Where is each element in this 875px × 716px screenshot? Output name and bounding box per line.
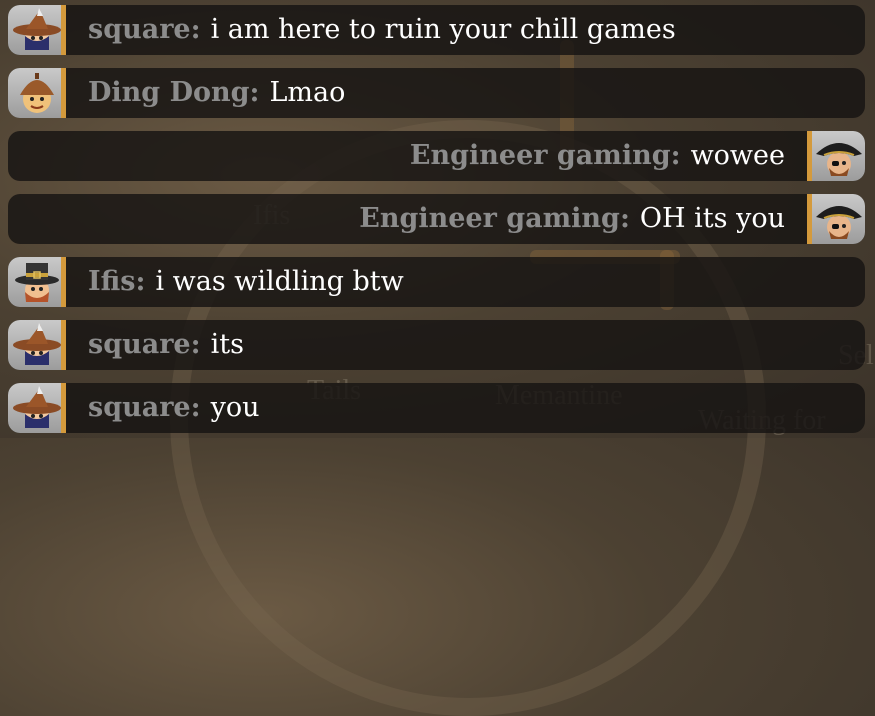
player-avatar[interactable]	[8, 68, 66, 118]
chat-message: square: its	[8, 320, 865, 370]
message-text: you	[210, 392, 260, 423]
sender-colon: :	[135, 266, 146, 297]
sender-name[interactable]: square	[88, 14, 191, 45]
chat-message: Engineer gaming: wowee	[8, 131, 865, 181]
message-text: i was wildling btw	[155, 266, 404, 297]
message-text: its	[210, 329, 244, 360]
chat-message: Engineer gaming: OH its you	[8, 194, 865, 244]
message-text: wowee	[690, 140, 785, 171]
acorn-cap-avatar-icon	[20, 73, 54, 113]
message-body: Engineer gaming: wowee	[396, 131, 807, 181]
avatar-accent-bar	[61, 383, 66, 433]
message-body: Ding Dong: Lmao	[66, 68, 359, 118]
player-avatar[interactable]	[8, 5, 66, 55]
avatar-accent-bar	[61, 320, 66, 370]
witch-hat-avatar-icon	[13, 386, 61, 428]
sender-name[interactable]: square	[88, 392, 191, 423]
message-text: Lmao	[269, 77, 346, 108]
message-body: Ifis: i was wildling btw	[66, 257, 418, 307]
message-text: i am here to ruin your chill games	[210, 14, 676, 45]
message-body: Engineer gaming: OH its you	[345, 194, 807, 244]
pilgrim-hat-avatar-icon	[15, 263, 59, 302]
avatar-accent-bar	[61, 68, 66, 118]
sender-name[interactable]: Engineer gaming	[410, 140, 671, 171]
witch-hat-avatar-icon	[13, 323, 61, 365]
sender-colon: :	[190, 329, 201, 360]
sender-name[interactable]: Engineer gaming	[359, 203, 620, 234]
chat-log: square: i am here to ruin your chill game…	[8, 5, 865, 446]
message-text: OH its you	[639, 203, 785, 234]
sender-colon: :	[670, 140, 681, 171]
player-avatar[interactable]	[807, 131, 865, 181]
chat-message: Ding Dong: Lmao	[8, 68, 865, 118]
chat-message: square: you	[8, 383, 865, 433]
sender-colon: :	[190, 392, 201, 423]
sender-colon: :	[190, 14, 201, 45]
witch-hat-avatar-icon	[13, 8, 61, 50]
avatar-accent-bar	[61, 5, 66, 55]
player-avatar[interactable]	[807, 194, 865, 244]
avatar-accent-bar	[807, 194, 812, 244]
message-body: square: you	[66, 383, 273, 433]
pirate-avatar-icon	[816, 143, 862, 176]
sender-colon: :	[619, 203, 630, 234]
player-avatar[interactable]	[8, 257, 66, 307]
pirate-avatar-icon	[816, 206, 862, 239]
message-body: square: its	[66, 320, 258, 370]
chat-message: square: i am here to ruin your chill game…	[8, 5, 865, 55]
avatar-accent-bar	[807, 131, 812, 181]
chat-message: Ifis: i was wildling btw	[8, 257, 865, 307]
player-avatar[interactable]	[8, 383, 66, 433]
sender-colon: :	[249, 77, 260, 108]
message-body: square: i am here to ruin your chill game…	[66, 5, 690, 55]
player-avatar[interactable]	[8, 320, 66, 370]
sender-name[interactable]: square	[88, 329, 191, 360]
sender-name[interactable]: Ifis	[88, 266, 135, 297]
avatar-accent-bar	[61, 257, 66, 307]
sender-name[interactable]: Ding Dong	[88, 77, 250, 108]
